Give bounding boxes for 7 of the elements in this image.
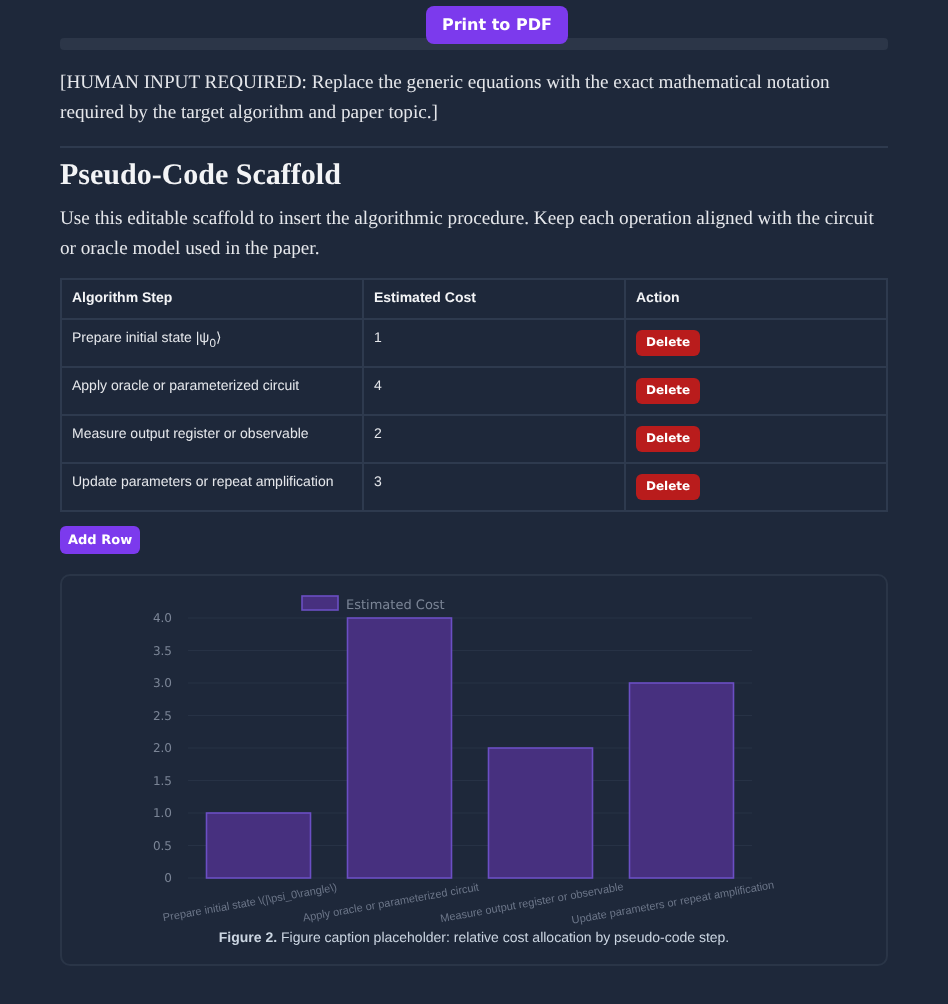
bar — [487, 748, 594, 880]
note-text: [HUMAN INPUT REQUIRED: Replace the generic equations with the exact mathematical notation required by the target algorithm and paper topic.] — [60, 70, 832, 129]
legend-swatch — [301, 596, 339, 612]
intro-text: Use this editable scaffold to insert the algorithmic procedure. Keep each operation aligned with the circuit or oracle model used in the paper. — [60, 205, 876, 265]
print-button[interactable]: Print to PDF — [426, 6, 568, 44]
section-title: Pseudo-Code Scaffold — [60, 159, 343, 194]
bar — [205, 813, 312, 880]
